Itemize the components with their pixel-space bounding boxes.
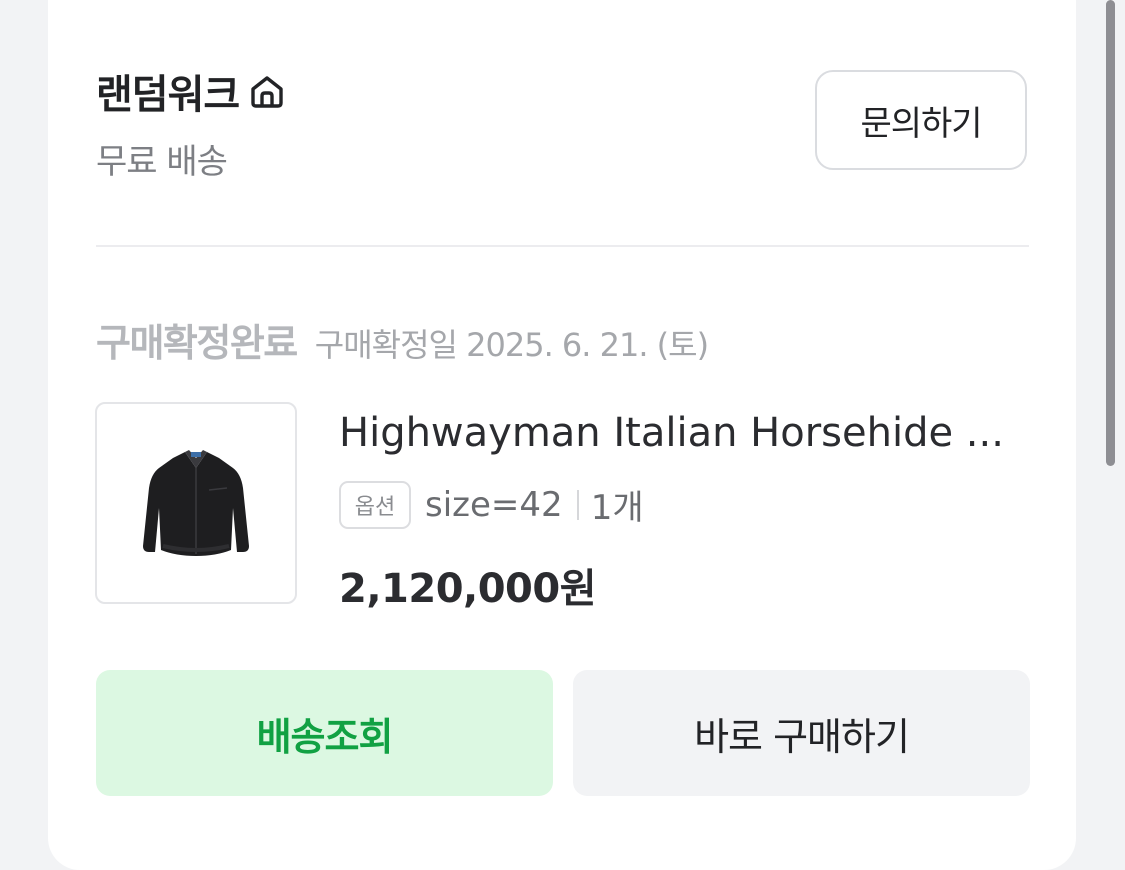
product-name[interactable]: Highwayman Italian Horsehide ... (339, 410, 1029, 456)
store-header[interactable]: 랜덤워크 (96, 62, 287, 120)
product-option-row: 옵션 size=42 1개 (339, 480, 644, 529)
jacket-image (143, 450, 249, 556)
product-price: 2,120,000원 (339, 566, 597, 612)
option-separator (576, 489, 579, 520)
product-thumbnail[interactable] (95, 402, 297, 604)
divider (96, 245, 1029, 247)
option-value: size=42 (425, 484, 563, 525)
quantity: 1개 (590, 488, 644, 528)
home-icon (247, 71, 287, 111)
shipping-info: 무료 배송 (96, 142, 228, 182)
store-name[interactable]: 랜덤워크 (96, 62, 240, 120)
buy-now-button[interactable]: 바로 구매하기 (573, 670, 1030, 796)
scrollbar[interactable] (1106, 0, 1115, 466)
track-delivery-button[interactable]: 배송조회 (96, 670, 553, 796)
confirm-date: 구매확정일 2025. 6. 21. (토) (314, 326, 709, 364)
order-status-row: 구매확정완료 구매확정일 2025. 6. 21. (토) (96, 312, 709, 367)
option-badge: 옵션 (339, 480, 411, 529)
inquiry-button[interactable]: 문의하기 (815, 70, 1027, 170)
order-status: 구매확정완료 (96, 321, 298, 365)
